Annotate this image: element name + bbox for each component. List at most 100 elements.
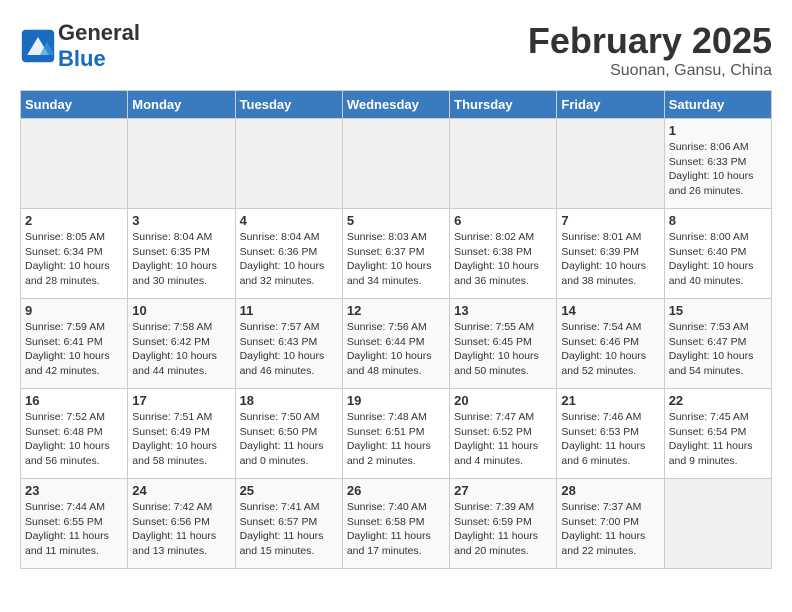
calendar-day-cell	[557, 119, 664, 209]
calendar-week-row: 16 Sunrise: 7:52 AM Sunset: 6:48 PM Dayli…	[21, 389, 772, 479]
day-info: Sunrise: 7:45 AM Sunset: 6:54 PM Dayligh…	[669, 410, 767, 469]
weekday-header-row: SundayMondayTuesdayWednesdayThursdayFrid…	[21, 91, 772, 119]
day-number: 7	[561, 213, 659, 228]
weekday-header: Friday	[557, 91, 664, 119]
day-number: 10	[132, 303, 230, 318]
day-info: Sunrise: 7:54 AM Sunset: 6:46 PM Dayligh…	[561, 320, 659, 379]
day-info: Sunrise: 7:52 AM Sunset: 6:48 PM Dayligh…	[25, 410, 123, 469]
day-number: 6	[454, 213, 552, 228]
day-number: 19	[347, 393, 445, 408]
day-number: 16	[25, 393, 123, 408]
day-info: Sunrise: 8:04 AM Sunset: 6:35 PM Dayligh…	[132, 230, 230, 289]
day-number: 14	[561, 303, 659, 318]
day-number: 5	[347, 213, 445, 228]
day-info: Sunrise: 7:39 AM Sunset: 6:59 PM Dayligh…	[454, 500, 552, 559]
day-number: 27	[454, 483, 552, 498]
calendar-day-cell: 12 Sunrise: 7:56 AM Sunset: 6:44 PM Dayli…	[342, 299, 449, 389]
day-info: Sunrise: 7:37 AM Sunset: 7:00 PM Dayligh…	[561, 500, 659, 559]
logo-blue-text: Blue	[58, 46, 106, 71]
day-number: 1	[669, 123, 767, 138]
calendar-week-row: 2 Sunrise: 8:05 AM Sunset: 6:34 PM Daylig…	[21, 209, 772, 299]
calendar-day-cell: 14 Sunrise: 7:54 AM Sunset: 6:46 PM Dayli…	[557, 299, 664, 389]
day-number: 8	[669, 213, 767, 228]
calendar-day-cell: 2 Sunrise: 8:05 AM Sunset: 6:34 PM Daylig…	[21, 209, 128, 299]
day-info: Sunrise: 7:58 AM Sunset: 6:42 PM Dayligh…	[132, 320, 230, 379]
logo-icon	[20, 28, 56, 64]
day-info: Sunrise: 7:48 AM Sunset: 6:51 PM Dayligh…	[347, 410, 445, 469]
logo: General Blue	[20, 20, 140, 72]
day-number: 3	[132, 213, 230, 228]
day-number: 25	[240, 483, 338, 498]
calendar-day-cell: 27 Sunrise: 7:39 AM Sunset: 6:59 PM Dayli…	[450, 479, 557, 569]
day-info: Sunrise: 7:56 AM Sunset: 6:44 PM Dayligh…	[347, 320, 445, 379]
day-info: Sunrise: 8:05 AM Sunset: 6:34 PM Dayligh…	[25, 230, 123, 289]
calendar-day-cell: 4 Sunrise: 8:04 AM Sunset: 6:36 PM Daylig…	[235, 209, 342, 299]
day-number: 28	[561, 483, 659, 498]
weekday-header: Tuesday	[235, 91, 342, 119]
day-number: 12	[347, 303, 445, 318]
calendar-day-cell	[235, 119, 342, 209]
calendar-day-cell: 20 Sunrise: 7:47 AM Sunset: 6:52 PM Dayli…	[450, 389, 557, 479]
calendar-day-cell: 21Sunrise: 7:46 AM Sunset: 6:53 PM Dayli…	[557, 389, 664, 479]
calendar-day-cell	[342, 119, 449, 209]
day-info: Sunrise: 7:44 AM Sunset: 6:55 PM Dayligh…	[25, 500, 123, 559]
calendar-day-cell: 7 Sunrise: 8:01 AM Sunset: 6:39 PM Daylig…	[557, 209, 664, 299]
calendar-day-cell: 8 Sunrise: 8:00 AM Sunset: 6:40 PM Daylig…	[664, 209, 771, 299]
day-number: 20	[454, 393, 552, 408]
day-number: 2	[25, 213, 123, 228]
calendar-subtitle: Suonan, Gansu, China	[528, 62, 772, 80]
day-number: 9	[25, 303, 123, 318]
calendar-day-cell	[128, 119, 235, 209]
weekday-header: Sunday	[21, 91, 128, 119]
day-info: Sunrise: 7:59 AM Sunset: 6:41 PM Dayligh…	[25, 320, 123, 379]
day-info: Sunrise: 7:55 AM Sunset: 6:45 PM Dayligh…	[454, 320, 552, 379]
calendar-day-cell: 1 Sunrise: 8:06 AM Sunset: 6:33 PM Daylig…	[664, 119, 771, 209]
calendar-day-cell: 11 Sunrise: 7:57 AM Sunset: 6:43 PM Dayli…	[235, 299, 342, 389]
calendar-day-cell: 17 Sunrise: 7:51 AM Sunset: 6:49 PM Dayli…	[128, 389, 235, 479]
calendar-day-cell: 15Sunrise: 7:53 AM Sunset: 6:47 PM Dayli…	[664, 299, 771, 389]
logo-general-text: General	[58, 20, 140, 45]
calendar-day-cell: 10 Sunrise: 7:58 AM Sunset: 6:42 PM Dayli…	[128, 299, 235, 389]
day-number: 4	[240, 213, 338, 228]
calendar-day-cell: 18Sunrise: 7:50 AM Sunset: 6:50 PM Dayli…	[235, 389, 342, 479]
calendar-day-cell: 13 Sunrise: 7:55 AM Sunset: 6:45 PM Dayli…	[450, 299, 557, 389]
calendar-day-cell	[664, 479, 771, 569]
calendar-day-cell: 28 Sunrise: 7:37 AM Sunset: 7:00 PM Dayli…	[557, 479, 664, 569]
calendar-title: February 2025	[528, 20, 772, 62]
day-info: Sunrise: 7:57 AM Sunset: 6:43 PM Dayligh…	[240, 320, 338, 379]
day-info: Sunrise: 8:04 AM Sunset: 6:36 PM Dayligh…	[240, 230, 338, 289]
day-info: Sunrise: 7:47 AM Sunset: 6:52 PM Dayligh…	[454, 410, 552, 469]
calendar-day-cell: 19 Sunrise: 7:48 AM Sunset: 6:51 PM Dayli…	[342, 389, 449, 479]
calendar-day-cell: 25 Sunrise: 7:41 AM Sunset: 6:57 PM Dayli…	[235, 479, 342, 569]
calendar-day-cell: 5 Sunrise: 8:03 AM Sunset: 6:37 PM Daylig…	[342, 209, 449, 299]
day-number: 11	[240, 303, 338, 318]
page-header: General Blue February 2025 Suonan, Gansu…	[20, 20, 772, 80]
calendar-day-cell: 22Sunrise: 7:45 AM Sunset: 6:54 PM Dayli…	[664, 389, 771, 479]
calendar-week-row: 1 Sunrise: 8:06 AM Sunset: 6:33 PM Daylig…	[21, 119, 772, 209]
day-number: 23	[25, 483, 123, 498]
calendar-day-cell: 6 Sunrise: 8:02 AM Sunset: 6:38 PM Daylig…	[450, 209, 557, 299]
calendar-day-cell: 3 Sunrise: 8:04 AM Sunset: 6:35 PM Daylig…	[128, 209, 235, 299]
day-info: Sunrise: 8:01 AM Sunset: 6:39 PM Dayligh…	[561, 230, 659, 289]
weekday-header: Wednesday	[342, 91, 449, 119]
calendar-day-cell	[450, 119, 557, 209]
day-number: 17	[132, 393, 230, 408]
day-info: Sunrise: 8:00 AM Sunset: 6:40 PM Dayligh…	[669, 230, 767, 289]
weekday-header: Monday	[128, 91, 235, 119]
day-info: Sunrise: 8:03 AM Sunset: 6:37 PM Dayligh…	[347, 230, 445, 289]
day-number: 21	[561, 393, 659, 408]
calendar-day-cell: 24 Sunrise: 7:42 AM Sunset: 6:56 PM Dayli…	[128, 479, 235, 569]
calendar-day-cell: 26Sunrise: 7:40 AM Sunset: 6:58 PM Dayli…	[342, 479, 449, 569]
day-info: Sunrise: 7:53 AM Sunset: 6:47 PM Dayligh…	[669, 320, 767, 379]
day-number: 13	[454, 303, 552, 318]
day-info: Sunrise: 7:51 AM Sunset: 6:49 PM Dayligh…	[132, 410, 230, 469]
day-info: Sunrise: 7:41 AM Sunset: 6:57 PM Dayligh…	[240, 500, 338, 559]
day-info: Sunrise: 7:42 AM Sunset: 6:56 PM Dayligh…	[132, 500, 230, 559]
day-number: 26	[347, 483, 445, 498]
calendar-day-cell: 23 Sunrise: 7:44 AM Sunset: 6:55 PM Dayli…	[21, 479, 128, 569]
title-block: February 2025 Suonan, Gansu, China	[528, 20, 772, 80]
day-info: Sunrise: 8:02 AM Sunset: 6:38 PM Dayligh…	[454, 230, 552, 289]
calendar-week-row: 9 Sunrise: 7:59 AM Sunset: 6:41 PM Daylig…	[21, 299, 772, 389]
day-number: 24	[132, 483, 230, 498]
day-info: Sunrise: 8:06 AM Sunset: 6:33 PM Dayligh…	[669, 140, 767, 199]
